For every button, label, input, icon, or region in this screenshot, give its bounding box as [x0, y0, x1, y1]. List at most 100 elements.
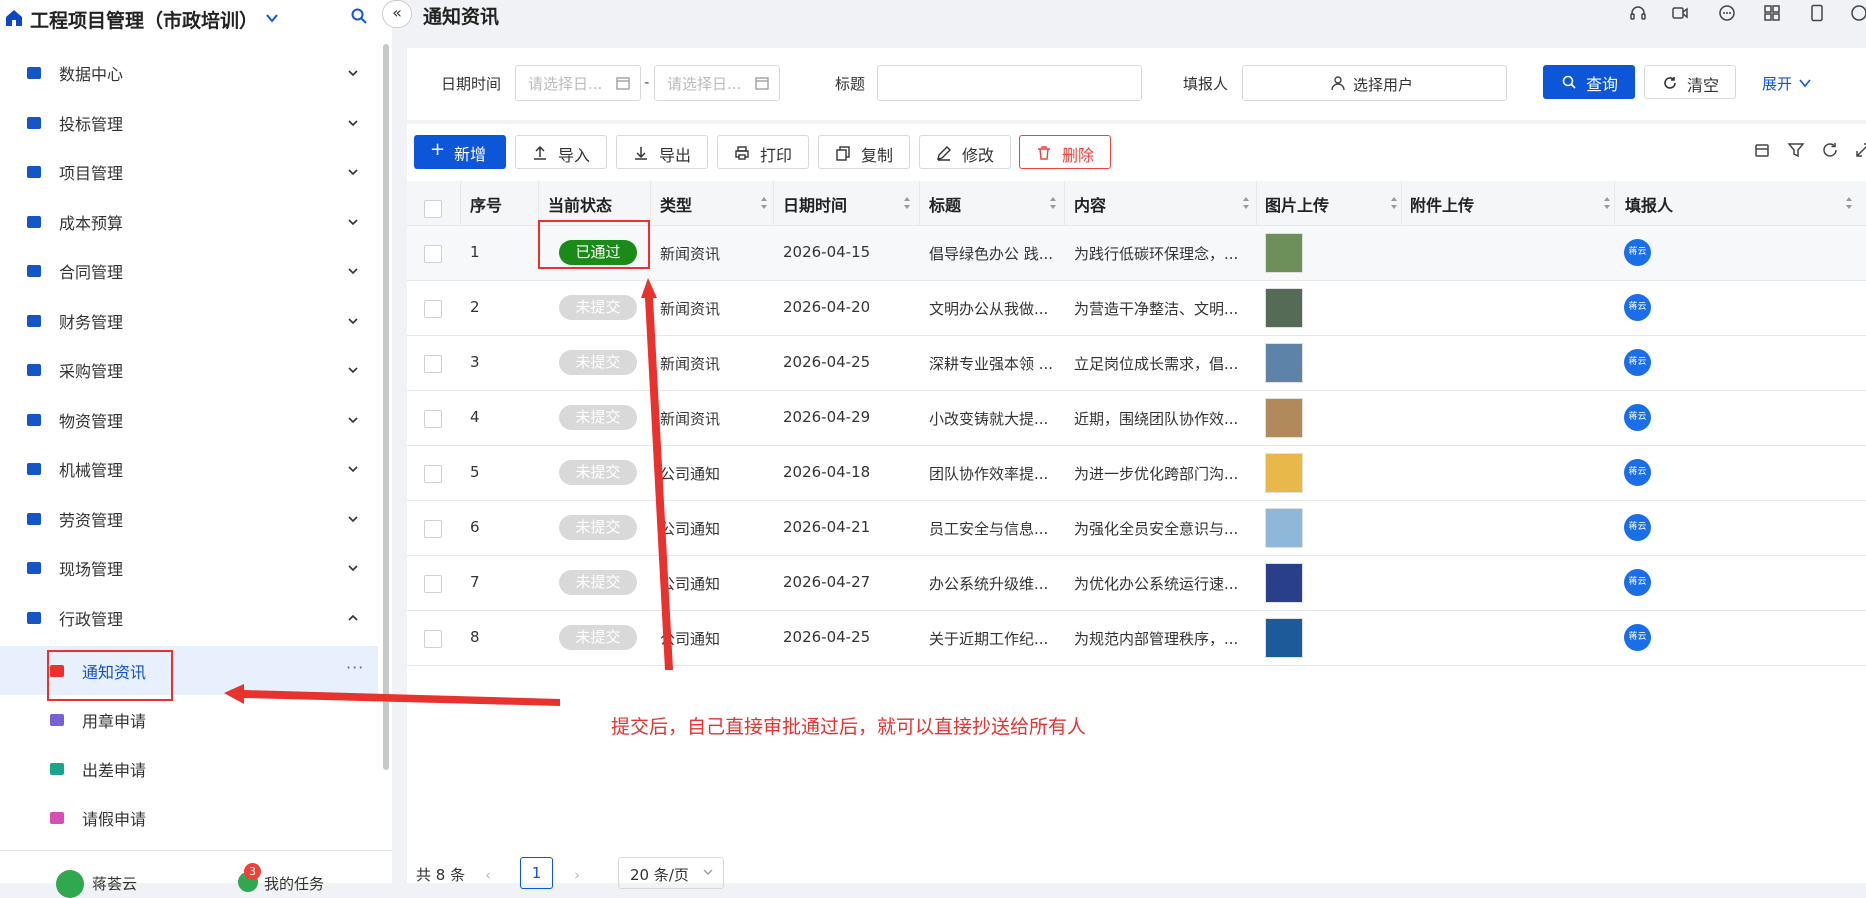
table-row[interactable]: 6 未提交 公司通知 2026-04-21 员工安全与信息... 为强化全员安全意识与..… — [407, 501, 1866, 556]
column-header[interactable]: 类型 — [660, 192, 692, 216]
reporter-avatar[interactable]: 蒋云 — [1624, 404, 1651, 431]
column-header[interactable]: 标题 — [929, 192, 961, 216]
column-header[interactable]: 填报人 — [1625, 192, 1673, 216]
video-icon[interactable] — [1671, 4, 1689, 22]
sort-icon[interactable] — [903, 196, 911, 210]
select-all-checkbox[interactable] — [424, 200, 442, 218]
more-options-button[interactable]: ··· — [346, 658, 364, 677]
image-thumbnail[interactable] — [1265, 508, 1303, 548]
sidebar-item-3[interactable]: 成本预算 — [0, 197, 378, 246]
date-start-picker[interactable]: 请选择日... — [515, 65, 641, 101]
grid-icon[interactable] — [1763, 4, 1781, 22]
column-header[interactable]: 日期时间 — [783, 192, 847, 216]
image-thumbnail[interactable] — [1265, 453, 1303, 493]
my-tasks-link[interactable]: 我的任务 — [264, 873, 324, 894]
sidebar-scrollbar[interactable] — [383, 44, 389, 770]
reporter-avatar[interactable]: 蒋云 — [1624, 569, 1651, 596]
user-avatar[interactable] — [56, 870, 84, 898]
column-header[interactable]: 序号 — [470, 192, 502, 216]
reporter-avatar[interactable]: 蒋云 — [1624, 239, 1651, 266]
image-thumbnail[interactable] — [1265, 233, 1303, 273]
help-icon[interactable] — [1850, 4, 1866, 22]
title-cell[interactable]: 倡导绿色办公 践... — [929, 243, 1053, 264]
row-checkbox[interactable] — [424, 355, 442, 373]
sort-icon[interactable] — [1242, 196, 1250, 210]
title-cell[interactable]: 员工安全与信息... — [929, 518, 1048, 539]
sidebar-subitem-1[interactable]: 用章申请 — [0, 695, 378, 744]
column-header[interactable]: 图片上传 — [1265, 192, 1329, 216]
reporter-avatar[interactable]: 蒋云 — [1624, 514, 1651, 541]
export-button[interactable]: 导出 — [616, 135, 708, 169]
user-select[interactable]: 选择用户 — [1242, 65, 1507, 101]
reload-icon[interactable] — [1821, 141, 1839, 159]
collapse-sidebar-button[interactable]: « — [382, 0, 412, 28]
sidebar-subitem-3[interactable]: 请假申请 — [0, 793, 378, 842]
sidebar-item-0[interactable]: 数据中心 — [0, 48, 378, 97]
table-row[interactable]: 3 未提交 新闻资讯 2026-04-25 深耕专业强本领 ... 立足岗位成长需求，倡.… — [407, 336, 1866, 391]
row-checkbox[interactable] — [424, 630, 442, 648]
mobile-icon[interactable] — [1808, 4, 1826, 22]
sidebar-item-8[interactable]: 机械管理 — [0, 444, 378, 493]
filter-icon[interactable] — [1787, 141, 1805, 159]
next-page-button[interactable]: › — [574, 866, 580, 884]
save-icon[interactable] — [1753, 141, 1771, 159]
chevron-down-icon[interactable] — [1798, 76, 1812, 90]
table-row[interactable]: 7 未提交 公司通知 2026-04-27 办公系统升级维... 为优化办公系统运行速..… — [407, 556, 1866, 611]
title-cell[interactable]: 关于近期工作纪... — [929, 628, 1048, 649]
date-end-picker[interactable]: 请选择日... — [654, 65, 780, 101]
title-cell[interactable]: 小改变铸就大提... — [929, 408, 1048, 429]
title-cell[interactable]: 深耕专业强本领 ... — [929, 353, 1053, 374]
image-thumbnail[interactable] — [1265, 288, 1303, 328]
chevron-down-icon[interactable] — [264, 10, 280, 26]
table-row[interactable]: 4 未提交 新闻资讯 2026-04-29 小改变铸就大提... 近期，围绕团队协作效..… — [407, 391, 1866, 446]
image-thumbnail[interactable] — [1265, 563, 1303, 603]
sidebar-item-1[interactable]: 投标管理 — [0, 98, 378, 147]
sidebar-item-6[interactable]: 采购管理 — [0, 345, 378, 394]
reporter-avatar[interactable]: 蒋云 — [1624, 624, 1651, 651]
row-checkbox[interactable] — [424, 520, 442, 538]
sidebar-item-2[interactable]: 项目管理 — [0, 147, 378, 196]
page-size-select[interactable]: 20 条/页 — [618, 857, 724, 889]
title-cell[interactable]: 办公系统升级维... — [929, 573, 1048, 594]
print-button[interactable]: 打印 — [717, 135, 809, 169]
title-input[interactable] — [877, 65, 1142, 101]
expand-link[interactable]: 展开 — [1762, 73, 1792, 94]
edit-button[interactable]: 修改 — [919, 135, 1011, 169]
import-button[interactable]: 导入 — [515, 135, 607, 169]
delete-button[interactable]: 删除 — [1019, 135, 1111, 169]
sidebar-item-7[interactable]: 物资管理 — [0, 395, 378, 444]
image-thumbnail[interactable] — [1265, 343, 1303, 383]
headset-icon[interactable] — [1629, 4, 1647, 22]
reporter-avatar[interactable]: 蒋云 — [1624, 294, 1651, 321]
sidebar-item-10[interactable]: 现场管理 — [0, 543, 378, 592]
sidebar-item-9[interactable]: 劳资管理 — [0, 494, 378, 543]
sidebar-item-4[interactable]: 合同管理 — [0, 246, 378, 295]
fullscreen-icon[interactable] — [1854, 141, 1866, 159]
sort-icon[interactable] — [1390, 196, 1398, 210]
row-checkbox[interactable] — [424, 575, 442, 593]
table-row[interactable]: 8 未提交 公司通知 2026-04-25 关于近期工作纪... 为规范内部管理秩序，..… — [407, 611, 1866, 666]
row-checkbox[interactable] — [424, 245, 442, 263]
sort-icon[interactable] — [1049, 196, 1057, 210]
user-name[interactable]: 蒋荟云 — [92, 873, 137, 894]
app-header[interactable]: 工程项目管理（市政培训） — [0, 0, 392, 36]
add-button[interactable]: + 新增 — [414, 135, 506, 169]
search-icon[interactable] — [350, 7, 368, 25]
image-thumbnail[interactable] — [1265, 398, 1303, 438]
clear-button[interactable]: 清空 — [1644, 65, 1736, 99]
reporter-avatar[interactable]: 蒋云 — [1624, 349, 1651, 376]
row-checkbox[interactable] — [424, 465, 442, 483]
column-header[interactable]: 附件上传 — [1410, 192, 1474, 216]
sort-icon[interactable] — [760, 196, 768, 210]
column-header[interactable]: 内容 — [1074, 192, 1106, 216]
sort-icon[interactable] — [1845, 196, 1853, 210]
prev-page-button[interactable]: ‹ — [485, 866, 491, 884]
row-checkbox[interactable] — [424, 300, 442, 318]
table-row[interactable]: 5 未提交 公司通知 2026-04-18 团队协作效率提... 为进一步优化跨部门沟..… — [407, 446, 1866, 501]
title-cell[interactable]: 团队协作效率提... — [929, 463, 1048, 484]
column-header[interactable]: 当前状态 — [548, 192, 612, 216]
sort-icon[interactable] — [1603, 196, 1611, 210]
sidebar-item-5[interactable]: 财务管理 — [0, 296, 378, 345]
row-checkbox[interactable] — [424, 410, 442, 428]
sidebar-subitem-2[interactable]: 出差申请 — [0, 744, 378, 793]
